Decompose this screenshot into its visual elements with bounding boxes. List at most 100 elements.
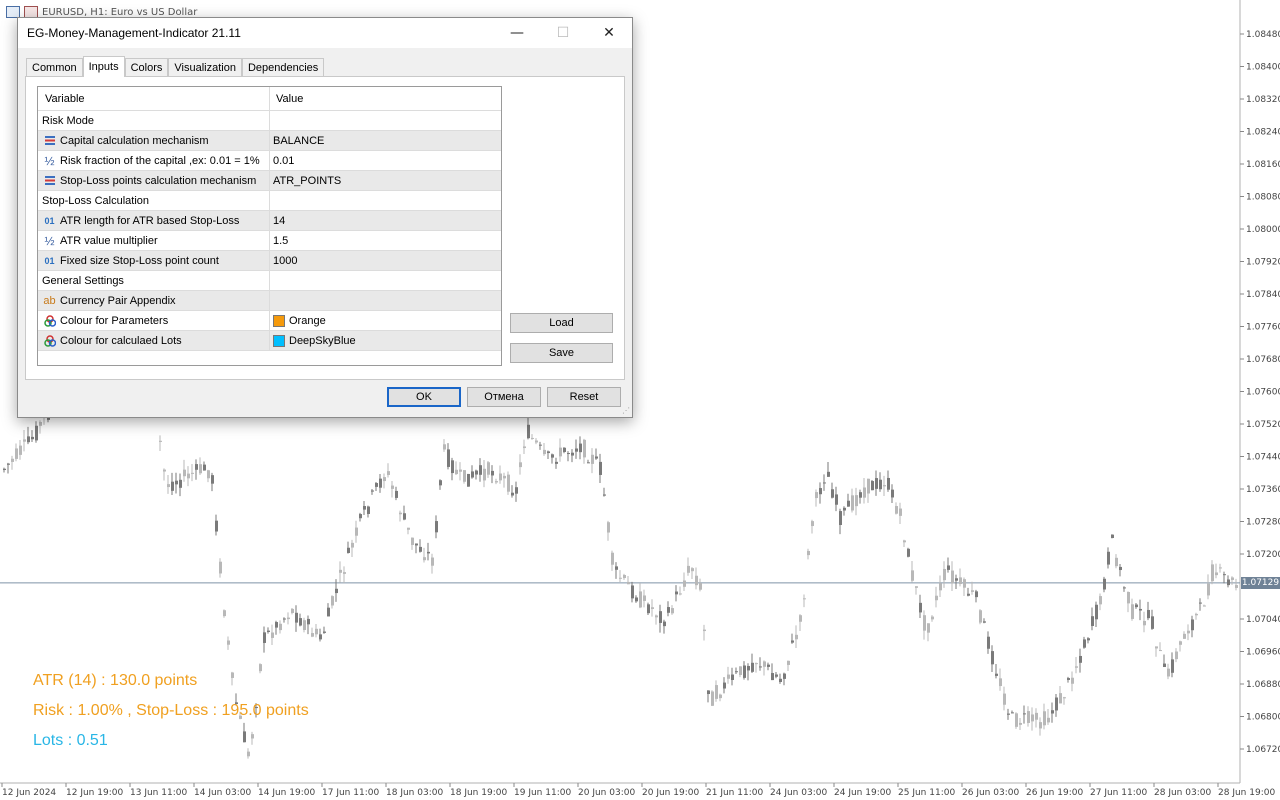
table-row[interactable]: 01 Fixed size Stop-Loss point count 1000 [38,251,501,271]
candle-body [623,575,626,579]
candle-body [495,481,498,483]
price-label: 1.08320 [1246,95,1280,105]
candle-body [167,484,170,488]
minimize-button[interactable]: — [494,18,540,48]
value-cell[interactable]: 0.01 [269,151,501,170]
candle-body [355,527,358,536]
candle-body [815,492,818,499]
candle-body [211,475,214,484]
candle-body [1171,659,1174,673]
candle-body [315,628,318,635]
candle-body [511,492,514,496]
candle-body [887,477,890,490]
value-cell[interactable]: Orange [269,311,501,330]
candle-body [763,661,766,667]
cancel-button[interactable]: Отмена [467,387,541,407]
value-cell[interactable]: 14 [269,211,501,230]
candle-body [895,506,898,514]
candle-body [411,537,414,545]
candle-body [579,443,582,453]
candle-body [819,488,822,495]
section-row[interactable]: Risk Mode [38,111,501,131]
candle-body [323,631,326,633]
tab-inputs[interactable]: Inputs [82,56,125,77]
candle-body [695,575,698,586]
candle-body [199,464,202,474]
candle-body [1071,677,1074,684]
value-text: 1000 [273,254,298,267]
candle-body [783,673,786,679]
candle-body [583,439,586,458]
close-button[interactable]: ✕ [586,18,632,48]
table-row[interactable]: ½ Risk fraction of the capital ,ex: 0.01 … [38,151,501,171]
candle-body [419,546,422,552]
candle-body [191,472,194,474]
price-label: 1.07760 [1246,323,1280,333]
table-row[interactable]: Capital calculation mechanism BALANCE [38,131,501,151]
candle-body [687,565,690,573]
candle-body [1031,714,1034,722]
candle-body [1199,602,1202,604]
section-row[interactable]: General Settings [38,271,501,291]
candle-body [595,456,598,459]
dialog-titlebar[interactable]: EG-Money-Management-Indicator 21.11 — ☐ … [18,18,632,48]
color-swatch[interactable] [273,314,285,327]
column-header-value[interactable]: Value [269,87,501,110]
candle-body [359,514,362,519]
candle-body [971,590,974,592]
value-cell[interactable] [269,291,501,310]
ok-button[interactable]: OK [387,387,461,407]
table-row[interactable]: ½ ATR value multiplier 1.5 [38,231,501,251]
time-label: 26 Jun 03:00 [962,788,1019,798]
candle-body [303,620,306,630]
value-cell[interactable]: ATR_POINTS [269,171,501,190]
candle-body [1187,630,1190,634]
candle-body [215,520,218,532]
variable-label: General Settings [42,274,124,287]
candle-body [183,469,186,477]
time-label: 14 Jun 19:00 [258,788,315,798]
candle-body [871,481,874,491]
column-header-variable[interactable]: Variable [38,87,268,110]
candle-body [343,572,346,574]
value-cell[interactable]: DeepSkyBlue [269,331,501,350]
variable-cell: Stop-Loss points calculation mechanism [38,171,268,190]
save-button[interactable]: Save [510,343,613,363]
candle-body [667,607,670,613]
variable-cell: ½ Risk fraction of the capital ,ex: 0.01 … [38,151,268,170]
fraction-icon: ½ [44,153,55,168]
candle-body [1083,639,1086,648]
candle-body [1099,596,1102,605]
table-row[interactable]: Colour for Parameters Orange [38,311,501,331]
value-cell[interactable]: 1000 [269,251,501,270]
tab-common[interactable]: Common [26,58,83,77]
tab-colors[interactable]: Colors [124,58,169,77]
candle-body [1127,591,1130,604]
inputs-table[interactable]: Variable Value Risk Mode Capital calculat… [37,86,502,366]
candle-body [915,586,918,588]
candle-body [575,448,578,452]
reset-button[interactable]: Reset [547,387,621,407]
tab-dependencies[interactable]: Dependencies [241,58,325,77]
value-cell[interactable]: BALANCE [269,131,501,150]
time-label: 20 Jun 03:00 [578,788,635,798]
candle-body [835,494,838,505]
value-text: 14 [273,214,286,227]
table-row[interactable]: 01 ATR length for ATR based Stop-Loss 14 [38,211,501,231]
load-button[interactable]: Load [510,313,613,333]
variable-cell: Stop-Loss Calculation [38,191,268,210]
table-row[interactable]: ab Currency Pair Appendix [38,291,501,311]
candle-body [663,621,666,627]
candle-body [7,463,10,465]
value-cell[interactable]: 1.5 [269,231,501,250]
tab-visualization[interactable]: Visualization [168,58,242,77]
candle-body [919,602,922,613]
variable-label: Fixed size Stop-Loss point count [60,254,219,267]
candle-body [1155,646,1158,649]
section-row[interactable]: Stop-Loss Calculation [38,191,501,211]
table-row[interactable]: Stop-Loss points calculation mechanism AT… [38,171,501,191]
table-row[interactable]: Colour for calculaed Lots DeepSkyBlue [38,331,501,351]
resize-grip-icon[interactable]: ⋰ [622,406,630,415]
color-swatch[interactable] [273,334,285,347]
candle-body [39,421,42,426]
